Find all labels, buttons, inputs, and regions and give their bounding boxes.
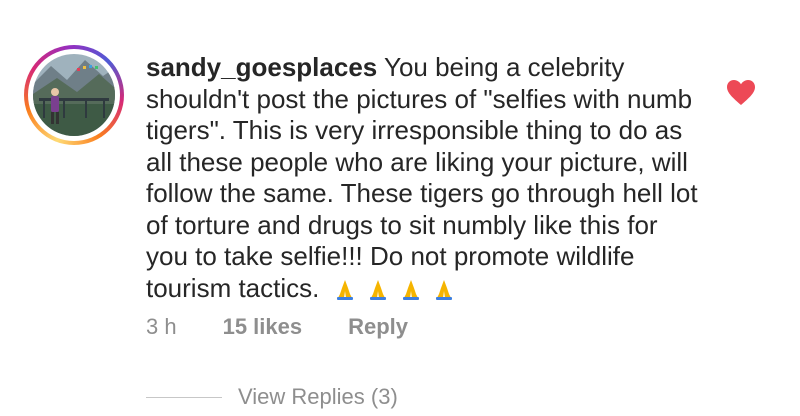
heart-filled-icon [727, 80, 755, 105]
likes-count-link[interactable]: 15 likes [223, 314, 303, 340]
view-replies-label: View Replies (3) [238, 384, 398, 409]
folded-hands-icon [366, 277, 399, 307]
previous-comment-fragment: — [320, 0, 346, 10]
like-button[interactable] [727, 80, 755, 106]
view-replies-button[interactable]: View Replies (3) [146, 384, 398, 410]
comment-body: sandy_goesplaces You being a celebrity s… [146, 52, 706, 308]
comment-emoji [333, 277, 459, 309]
comment-username[interactable]: sandy_goesplaces [146, 52, 377, 82]
comment-timestamp: 3 h [146, 314, 177, 339]
avatar-story-ring[interactable] [24, 45, 124, 145]
folded-hands-icon [333, 277, 366, 307]
comment-meta: 3 h 15 likes Reply [146, 314, 408, 340]
avatar[interactable] [33, 54, 115, 136]
avatar-inner [28, 49, 120, 141]
folded-hands-icon [399, 277, 432, 307]
avatar-image [33, 54, 115, 136]
comment-screen: — [0, 0, 800, 416]
folded-hands-icon [432, 277, 458, 307]
reply-button[interactable]: Reply [348, 314, 408, 340]
comment-text: You being a celebrity shouldn't post the… [146, 52, 698, 303]
replies-divider [146, 396, 222, 398]
